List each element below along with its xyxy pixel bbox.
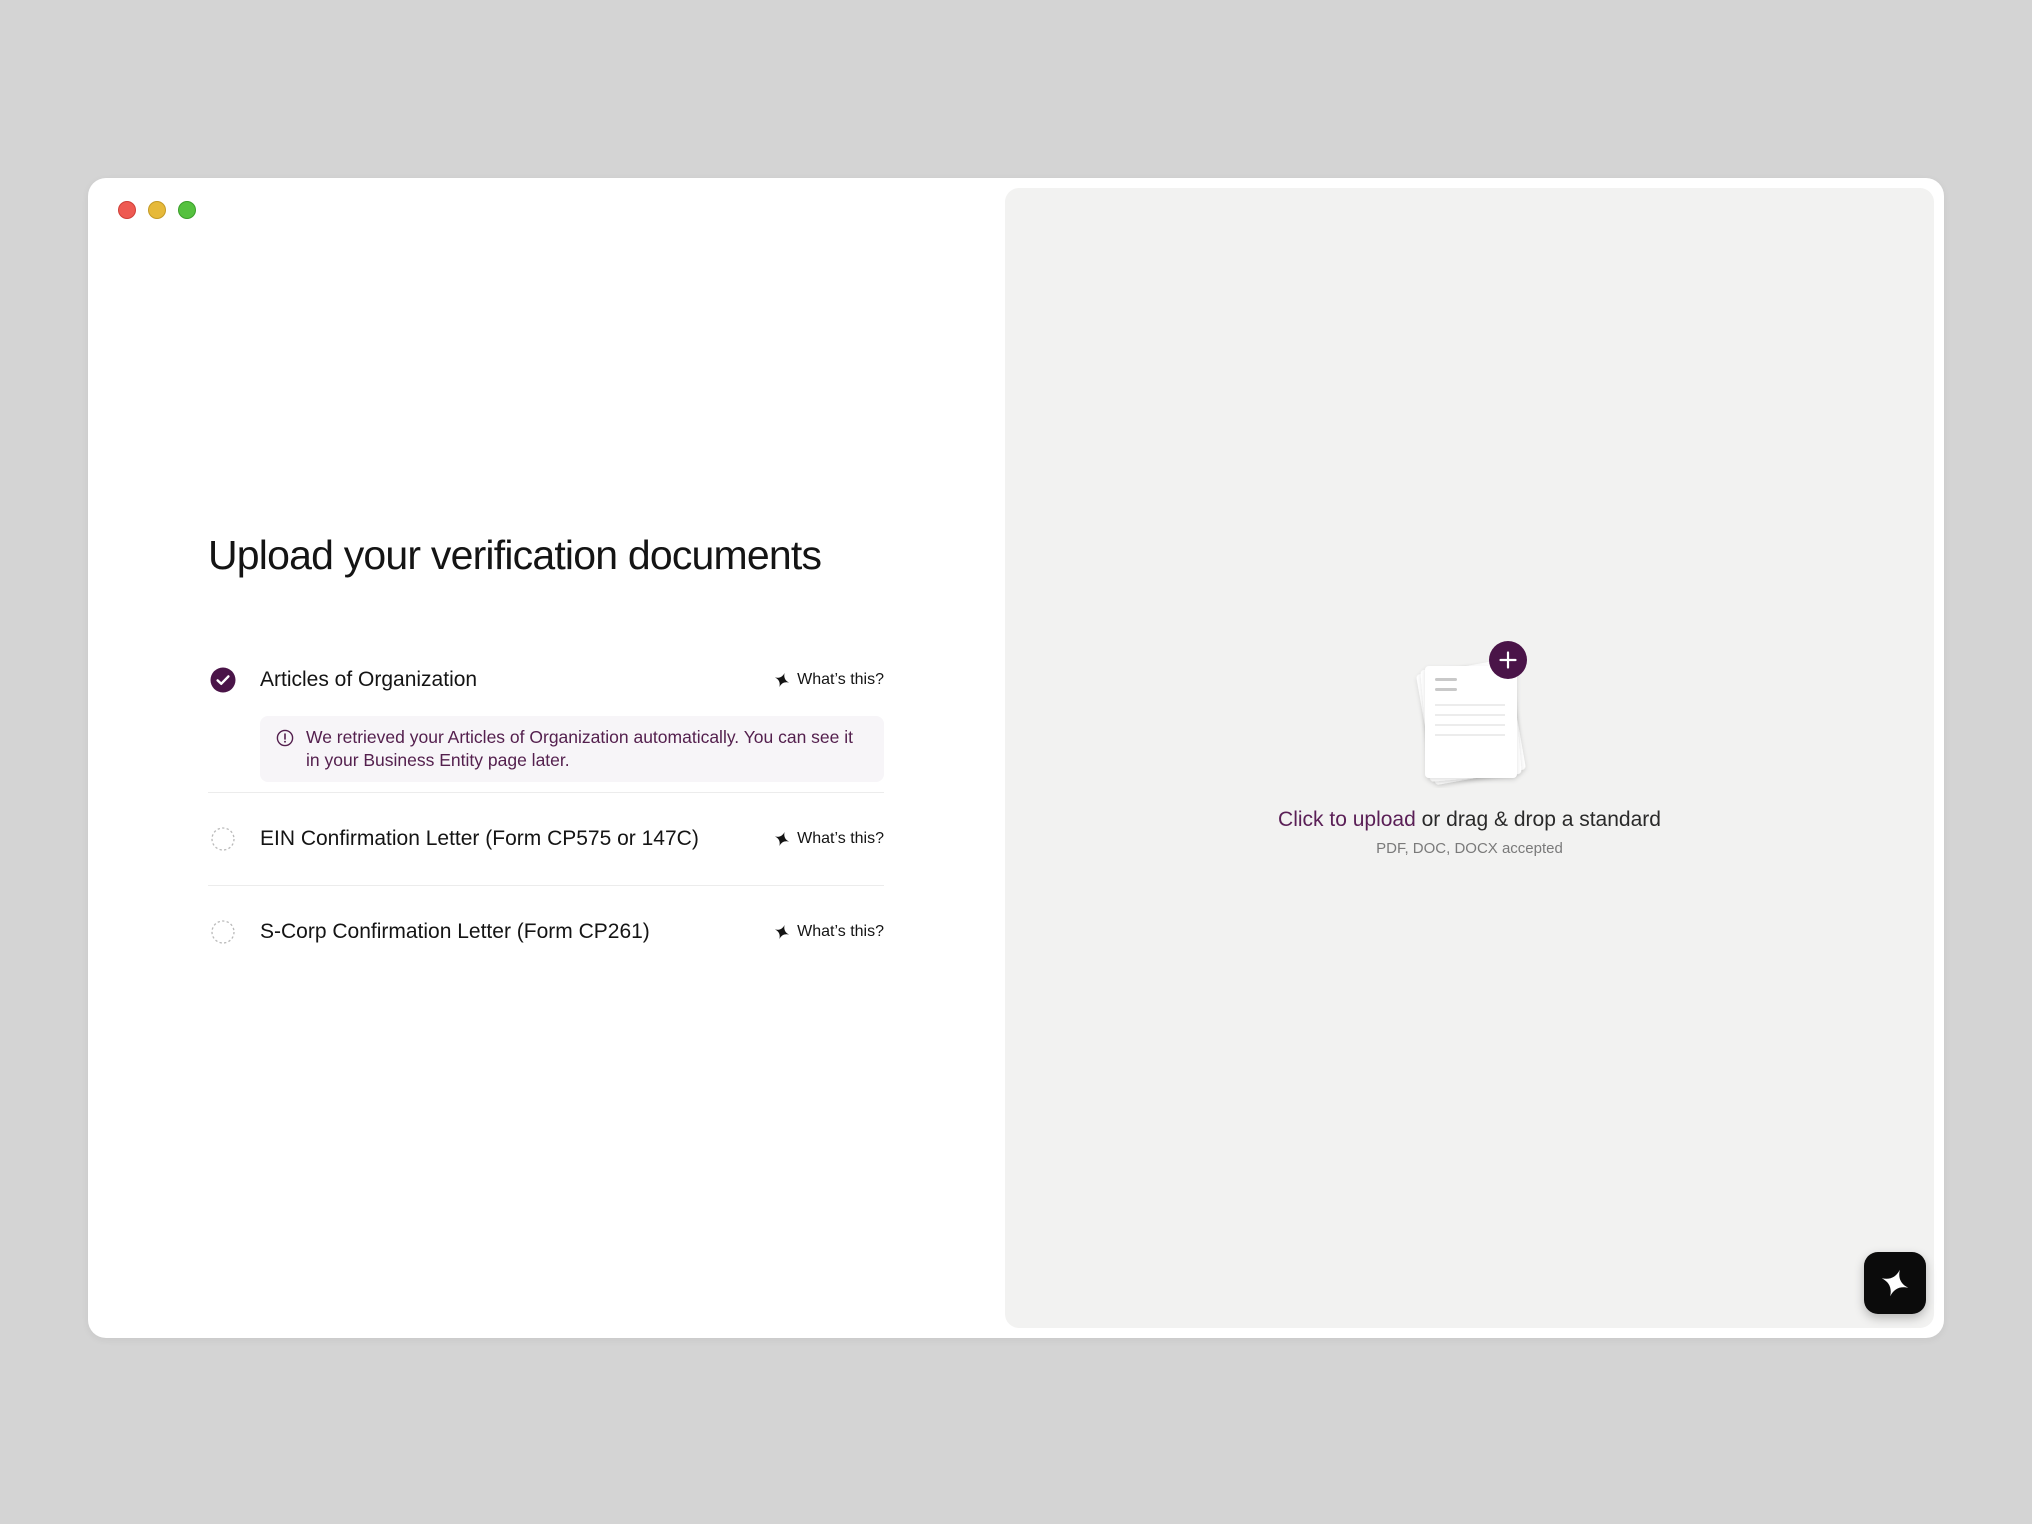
minimize-window-button[interactable]: [148, 201, 166, 219]
check-circle-icon: [210, 667, 236, 693]
window-controls: [118, 201, 196, 219]
upload-instructions: Click to upload or drag & drop a standar…: [1278, 808, 1661, 832]
sparkle-icon: [775, 831, 790, 847]
document-name: Articles of Organization: [260, 668, 478, 691]
dashed-circle-icon: [210, 919, 236, 945]
document-name: S-Corp Confirmation Letter (Form CP261): [260, 920, 650, 943]
click-to-upload-link[interactable]: Click to upload: [1278, 808, 1416, 831]
sparkle-icon: [775, 924, 790, 940]
sparkle-icon: [775, 672, 790, 688]
maximize-window-button[interactable]: [178, 201, 196, 219]
document-row-ein[interactable]: EIN Confirmation Letter (Form CP575 or 1…: [208, 793, 884, 886]
page-title: Upload your verification documents: [208, 532, 822, 578]
info-icon: [276, 729, 294, 747]
document-stack-icon: [1405, 641, 1535, 788]
sparkle-icon: [1881, 1269, 1909, 1297]
whats-this-button[interactable]: What’s this?: [774, 671, 884, 689]
document-row-scorp[interactable]: S-Corp Confirmation Letter (Form CP261) …: [208, 886, 884, 978]
info-text: We retrieved your Articles of Organizati…: [306, 727, 853, 770]
document-row-articles[interactable]: Articles of Organization What’s this? We…: [208, 634, 884, 793]
info-banner: We retrieved your Articles of Organizati…: [260, 716, 884, 782]
whats-this-label: What’s this?: [797, 830, 884, 847]
drag-drop-text: or drag & drop a standard: [1415, 808, 1661, 831]
document-name: EIN Confirmation Letter (Form CP575 or 1…: [260, 827, 699, 850]
accepted-formats: PDF, DOC, DOCX accepted: [1376, 840, 1563, 857]
upload-panel: Click to upload or drag & drop a standar…: [1005, 188, 1934, 1328]
app-window: Upload your verification documents Artic…: [88, 178, 1944, 1338]
whats-this-button[interactable]: What’s this?: [774, 923, 884, 941]
whats-this-label: What’s this?: [797, 923, 884, 940]
whats-this-button[interactable]: What’s this?: [774, 830, 884, 848]
dashed-circle-icon: [210, 826, 236, 852]
whats-this-label: What’s this?: [797, 671, 884, 688]
dropzone[interactable]: Click to upload or drag & drop a standar…: [1005, 641, 1934, 857]
document-list: Articles of Organization What’s this? We…: [208, 634, 884, 978]
plus-icon[interactable]: [1488, 640, 1528, 680]
close-window-button[interactable]: [118, 201, 136, 219]
assistant-button[interactable]: [1864, 1252, 1926, 1314]
